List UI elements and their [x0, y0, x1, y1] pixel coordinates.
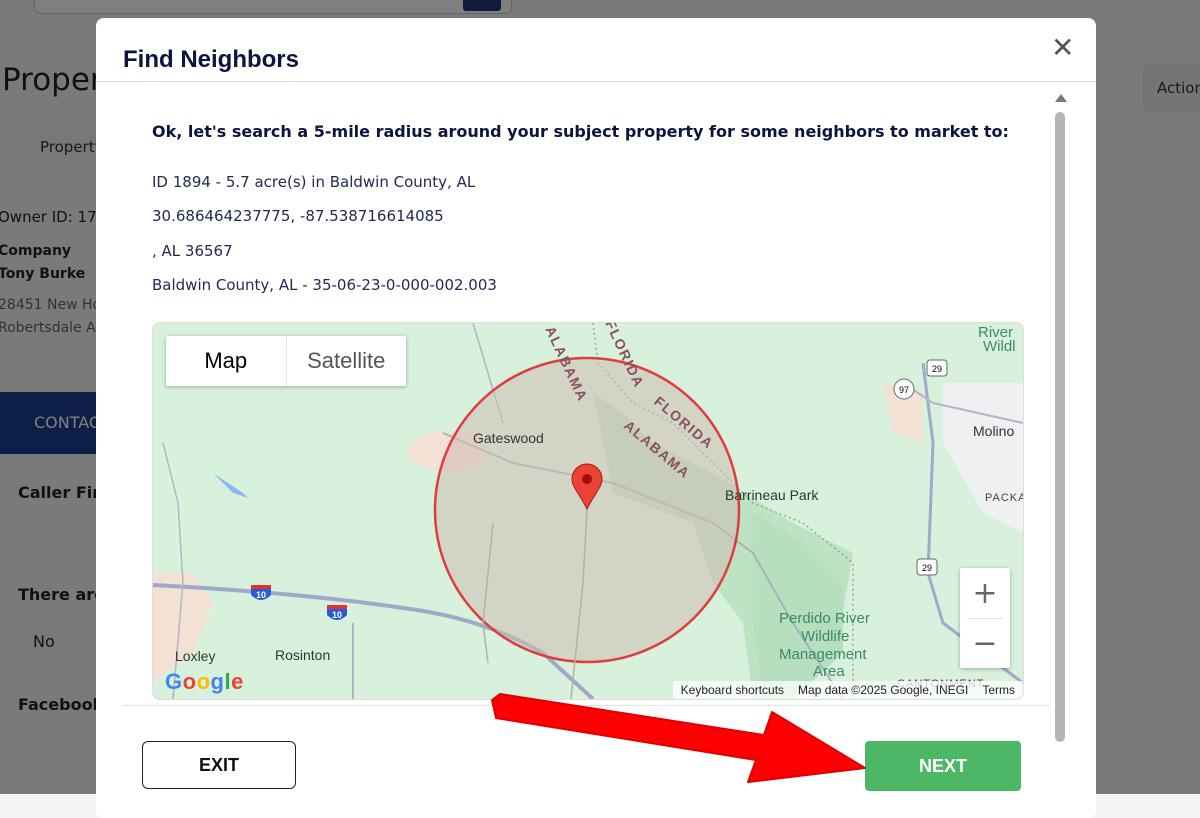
map-type-satellite-button[interactable]: Satellite: [287, 336, 407, 386]
place-label-barrineau-park: Barrineau Park: [725, 487, 819, 503]
map-type-map-button[interactable]: Map: [166, 336, 287, 386]
place-label-molino: Molino: [973, 423, 1014, 439]
highway-97-shield-icon: 97: [893, 378, 915, 400]
keyboard-shortcuts-link[interactable]: Keyboard shortcuts: [681, 683, 784, 697]
close-icon[interactable]: ✕: [1051, 34, 1074, 62]
search-radius-instruction: Ok, let's search a 5-mile radius around …: [152, 122, 1009, 141]
next-button[interactable]: NEXT: [865, 741, 1021, 791]
property-parcel-line: Baldwin County, AL - 35-06-23-0-000-002.…: [152, 276, 497, 294]
place-label-wildl: Wildl: [983, 338, 1016, 355]
map-type-control[interactable]: Map Satellite: [166, 336, 406, 386]
place-label-perdido-river: Perdido River: [779, 610, 870, 627]
footer-divider: [122, 705, 1050, 706]
neighbors-map[interactable]: 10 10 97 29 29 Gateswood Barrineau Park: [152, 322, 1024, 700]
svg-text:10: 10: [256, 590, 266, 600]
zoom-in-button[interactable]: +: [960, 568, 1010, 618]
dialog-title: Find Neighbors: [123, 46, 299, 73]
interstate-10-shield-icon: 10: [251, 585, 271, 600]
zoom-control[interactable]: + −: [960, 568, 1010, 668]
header-divider: [96, 81, 1096, 82]
interstate-10-shield-icon: 10: [327, 605, 347, 620]
svg-text:97: 97: [899, 385, 909, 395]
svg-text:29: 29: [922, 563, 932, 573]
google-logo[interactable]: Google: [165, 669, 244, 695]
map-attribution: Keyboard shortcuts Map data ©2025 Google…: [672, 681, 1023, 699]
property-city-line: , AL 36567: [152, 242, 233, 260]
find-neighbors-dialog: Find Neighbors ✕ Ok, let's search a 5-mi…: [96, 18, 1096, 818]
exit-button[interactable]: EXIT: [142, 741, 296, 789]
property-coordinates: 30.686464237775, -87.538716614085: [152, 207, 444, 225]
place-label-perdido-management: Management: [779, 646, 867, 663]
terms-link[interactable]: Terms: [982, 683, 1015, 697]
water-feature: [213, 473, 248, 498]
place-label-rosinton: Rosinton: [275, 647, 330, 663]
zoom-out-button[interactable]: −: [960, 618, 1010, 668]
svg-text:29: 29: [932, 364, 942, 374]
urban-area: [943, 383, 1023, 533]
scroll-thumb[interactable]: [1055, 112, 1065, 742]
svg-text:10: 10: [332, 610, 342, 620]
dialog-scrollbar[interactable]: [1052, 94, 1068, 794]
property-id-line: ID 1894 - 5.7 acre(s) in Baldwin County,…: [152, 173, 476, 191]
place-label-perdido-wildlife: Wildlife: [801, 628, 849, 645]
map-data-credit: Map data ©2025 Google, INEGI: [798, 683, 969, 697]
place-label-gateswood: Gateswood: [473, 430, 544, 446]
zoom-divider: [968, 618, 1002, 619]
place-label-perdido-area: Area: [813, 663, 845, 680]
highway-29-shield-icon: 29: [926, 359, 948, 377]
highway-29-shield-icon: 29: [916, 558, 938, 576]
place-label-packa: PACKA: [985, 492, 1023, 504]
scroll-up-arrow-icon[interactable]: [1055, 94, 1067, 102]
place-label-loxley: Loxley: [175, 648, 215, 664]
